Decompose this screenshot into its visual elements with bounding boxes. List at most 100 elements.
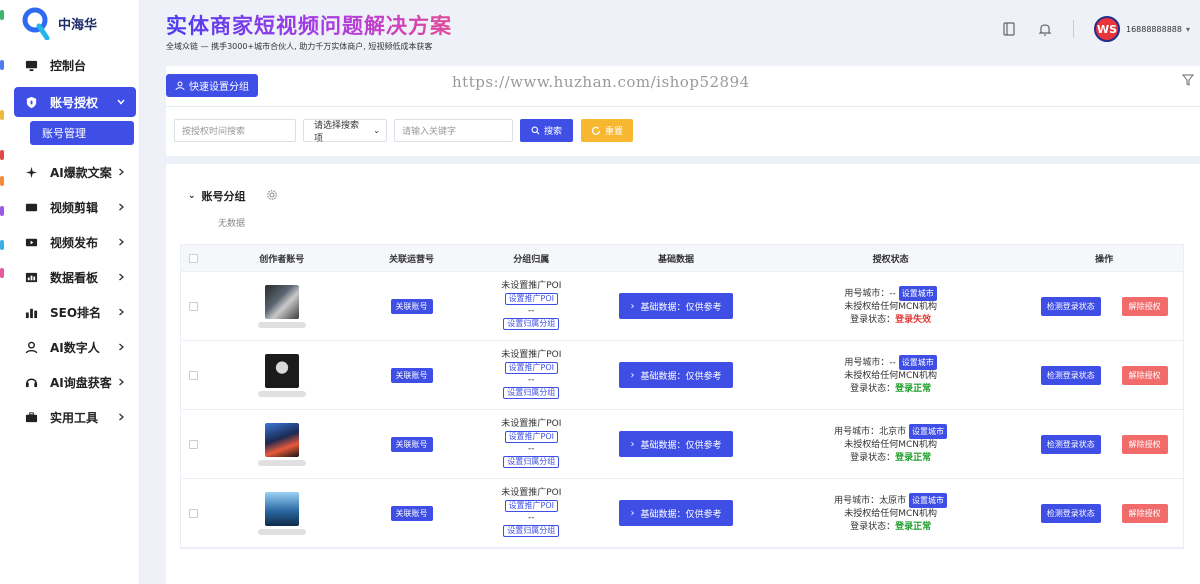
select-all-checkbox[interactable] — [189, 253, 199, 263]
set-city-button[interactable]: 设置城市 — [909, 492, 948, 508]
search-field-select[interactable]: 请选择搜索项 ⌄ — [303, 119, 387, 144]
basic-data-button[interactable]: › 基础数据：仅供参考 — [619, 362, 734, 388]
revoke-auth-button[interactable]: 解除授权 — [1121, 296, 1168, 316]
reset-button[interactable]: 重置 — [581, 119, 634, 142]
sidebar-item-seo[interactable]: SEO排名 — [4, 295, 140, 330]
set-group-button[interactable]: 设置归属分组 — [503, 318, 560, 330]
keyword-input[interactable]: 请输入关键字 — [394, 119, 513, 142]
logo-icon — [22, 6, 50, 41]
col-linked: 关联运营号 — [389, 254, 435, 265]
link-account-button[interactable]: 关联账号 — [390, 436, 433, 452]
check-login-button[interactable]: 检测登录状态 — [1040, 434, 1101, 454]
account-avatar[interactable] — [264, 353, 299, 388]
sidebar-item-account-auth[interactable]: 账号授权 — [14, 87, 136, 117]
chevron-right-icon: › — [630, 507, 635, 519]
watermark-text: https://www.huzhan.com/ishop52894 — [452, 73, 750, 91]
sidebar-item-video-edit[interactable]: 视频剪辑 — [4, 190, 140, 225]
chevron-down-icon: ⌄ — [373, 126, 380, 135]
revoke-auth-button[interactable]: 解除授权 — [1121, 503, 1168, 523]
sidebar-item-label: AI数字人 — [50, 341, 100, 355]
group-icon — [175, 81, 185, 90]
account-name-masked — [257, 528, 306, 535]
set-poi-button[interactable]: 设置推广POI — [504, 293, 559, 305]
gear-icon[interactable] — [266, 189, 278, 201]
mcn-status: 未授权给任何MCN机构 — [844, 439, 937, 450]
revoke-auth-button[interactable]: 解除授权 — [1121, 365, 1168, 385]
set-city-button[interactable]: 设置城市 — [909, 423, 948, 439]
set-group-button[interactable]: 设置归属分组 — [503, 525, 560, 537]
sidebar-item-digital-human[interactable]: AI数字人 — [4, 330, 140, 365]
basic-data-button[interactable]: › 基础数据：仅供参考 — [619, 500, 734, 526]
search-row: 按授权时间搜索 请选择搜索项 ⌄ 请输入关键字 搜索 重置 — [174, 119, 634, 144]
logo[interactable]: 中海华 — [22, 6, 97, 41]
sidebar-item-video-publish[interactable]: 视频发布 — [4, 225, 140, 260]
chevron-right-icon — [119, 203, 124, 211]
link-account-button[interactable]: 关联账号 — [390, 505, 433, 521]
sidebar-item-ai-leads[interactable]: AI询盘获客 — [4, 365, 140, 400]
book-icon[interactable] — [1001, 21, 1017, 37]
login-label: 登录状态： — [850, 521, 896, 532]
username[interactable]: 16888888888 — [1126, 25, 1182, 34]
search-button[interactable]: 搜索 — [520, 119, 574, 142]
sidebar-item-ai-copy[interactable]: AI爆款文案 — [4, 155, 140, 190]
basic-data-button[interactable]: › 基础数据：仅供参考 — [619, 431, 734, 457]
city-value: -- — [889, 288, 896, 299]
check-login-button[interactable]: 检测登录状态 — [1040, 296, 1101, 316]
group-cell: 未设置推广POI 设置推广POI -- 设置归属分组 — [466, 350, 596, 400]
basic-data-label: 基础数据：仅供参考 — [640, 509, 722, 520]
sidebar-item-console[interactable]: 控制台 — [4, 48, 140, 83]
set-poi-button[interactable]: 设置推广POI — [504, 362, 559, 374]
sparkle-icon — [24, 166, 38, 180]
group-title-text: 账号分组 — [201, 190, 246, 203]
bell-icon[interactable] — [1037, 21, 1053, 37]
row-checkbox[interactable] — [189, 439, 199, 449]
set-poi-button[interactable]: 设置推广POI — [504, 431, 559, 443]
row-checkbox[interactable] — [189, 370, 199, 380]
set-city-button[interactable]: 设置城市 — [898, 354, 937, 370]
auth-time-input[interactable]: 按授权时间搜索 — [174, 119, 296, 142]
account-avatar[interactable] — [264, 422, 299, 457]
auth-cell: 用号城市：-- 设置城市 未授权给任何MCN机构 登录状态：登录失效 — [756, 285, 1025, 327]
check-login-button[interactable]: 检测登录状态 — [1040, 365, 1101, 385]
set-group-button[interactable]: 设置归属分组 — [503, 456, 560, 468]
account-name-masked — [257, 459, 306, 466]
row-checkbox[interactable] — [189, 508, 199, 518]
row-checkbox[interactable] — [189, 301, 199, 311]
set-city-button[interactable]: 设置城市 — [898, 285, 937, 301]
bar-chart-icon — [24, 306, 38, 320]
basic-data-label: 基础数据：仅供参考 — [640, 440, 722, 451]
filter-icon[interactable] — [1182, 74, 1194, 86]
avatar[interactable]: WS — [1093, 16, 1120, 42]
creator-cell — [207, 353, 357, 397]
status-badge: 登录正常 — [895, 521, 932, 532]
set-poi-button[interactable]: 设置推广POI — [504, 500, 559, 512]
table-header: 创作者账号 关联运营号 分组归属 基础数据 授权状态 操作 — [181, 245, 1183, 272]
account-avatar[interactable] — [264, 284, 299, 319]
sidebar-item-label: 实用工具 — [50, 411, 99, 425]
sidebar-item-tools[interactable]: 实用工具 — [4, 400, 140, 435]
group-value: -- — [528, 375, 535, 385]
chevron-down-icon[interactable]: ▾ — [1186, 25, 1190, 34]
sidebar-subitem-account-manage[interactable]: 账号管理 — [30, 121, 134, 145]
check-login-button[interactable]: 检测登录状态 — [1040, 503, 1101, 523]
sidebar-item-dashboard[interactable]: 数据看板 — [4, 260, 140, 295]
account-avatar[interactable] — [264, 491, 299, 526]
group-title[interactable]: ⌄ 账号分组 — [188, 188, 246, 204]
set-group-button[interactable]: 设置归属分组 — [503, 387, 560, 399]
login-label: 登录状态： — [850, 452, 896, 463]
refresh-icon — [591, 126, 601, 135]
poi-status: 未设置推广POI — [501, 350, 562, 360]
basic-data-label: 基础数据：仅供参考 — [640, 302, 722, 313]
monitor-icon — [24, 59, 38, 73]
creator-cell — [207, 422, 357, 466]
col-group: 分组归属 — [513, 254, 550, 265]
mcn-status: 未授权给任何MCN机构 — [844, 370, 937, 381]
basic-data-button[interactable]: › 基础数据：仅供参考 — [619, 293, 734, 319]
city-label: 用号城市： — [834, 495, 880, 506]
quick-group-button[interactable]: 快速设置分组 — [166, 74, 258, 97]
link-account-button[interactable]: 关联账号 — [390, 367, 433, 383]
link-account-button[interactable]: 关联账号 — [390, 298, 433, 314]
shield-icon — [24, 95, 38, 109]
sidebar-item-label: 账号授权 — [50, 95, 99, 110]
revoke-auth-button[interactable]: 解除授权 — [1121, 434, 1168, 454]
